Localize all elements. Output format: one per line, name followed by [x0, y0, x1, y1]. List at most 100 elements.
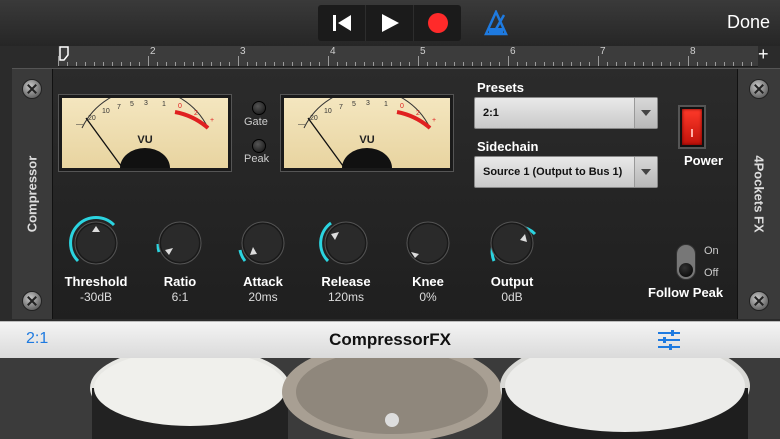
screw-icon — [749, 291, 769, 311]
ruler-tick — [508, 56, 509, 66]
threshold-knob[interactable]: Threshold -30dB — [61, 214, 131, 304]
knob-label: Ratio — [163, 274, 197, 289]
svg-text:+: + — [432, 117, 436, 124]
play-icon — [381, 14, 399, 32]
knob-icon — [319, 221, 368, 265]
svg-text:5: 5 — [130, 101, 134, 108]
ruler-tick — [634, 62, 635, 66]
sidechain-label: Sidechain — [477, 139, 539, 154]
ruler-tick — [265, 62, 266, 66]
compressor-plugin-panel: Compressor 4Pockets FX —20 10 753 10 2 + V… — [12, 68, 780, 319]
top-toolbar: Done — [0, 0, 780, 46]
ruler-tick — [571, 62, 572, 66]
ruler-tick — [202, 62, 203, 66]
ruler-number: 5 — [420, 46, 426, 57]
ruler-tick — [463, 62, 464, 66]
sidechain-value: Source 1 (Output to Bus 1) — [483, 166, 623, 178]
ruler-tick — [274, 62, 275, 66]
gate-label: Gate — [244, 116, 268, 128]
sidechain-dropdown[interactable]: Source 1 (Output to Bus 1) — [474, 156, 658, 188]
knee-knob[interactable]: Knee 0% — [393, 214, 463, 304]
ruler-tick — [616, 62, 617, 66]
record-icon — [427, 13, 448, 33]
release-knob[interactable]: Release 120ms — [311, 214, 381, 304]
ruler-tick — [724, 62, 725, 66]
ruler-tick — [553, 62, 554, 66]
ruler-tick — [733, 62, 734, 66]
ruler-tick — [301, 62, 302, 66]
attack-knob[interactable]: Attack 20ms — [228, 214, 298, 304]
screw-icon — [22, 79, 42, 99]
sliders-icon — [658, 330, 680, 350]
record-button[interactable] — [413, 5, 461, 41]
ruler-tick — [562, 62, 563, 66]
knob-label: Attack — [243, 274, 283, 289]
plugin-name-label: Compressor — [24, 155, 40, 233]
ruler-tick — [517, 62, 518, 66]
presets-dropdown[interactable]: 2:1 — [474, 97, 658, 129]
rewind-button[interactable] — [318, 5, 365, 41]
ruler-tick — [580, 62, 581, 66]
vendor-label: 4Pockets FX — [751, 155, 767, 233]
ruler-tick — [391, 62, 392, 66]
knob-value: 0dB — [501, 290, 523, 304]
ruler-tick — [148, 56, 149, 66]
svg-text:3: 3 — [366, 100, 370, 107]
ruler-tick — [409, 62, 410, 66]
ruler-tick — [481, 62, 482, 66]
ruler-number: 7 — [600, 46, 606, 57]
add-section-button[interactable]: + — [758, 44, 769, 65]
svg-text:3: 3 — [144, 100, 148, 107]
knob-icon — [69, 216, 118, 265]
power-rocker-icon — [682, 109, 702, 145]
knob-label: Knee — [412, 274, 444, 289]
svg-text:10: 10 — [102, 108, 110, 115]
ruler-tick — [751, 62, 752, 66]
power-switch[interactable] — [678, 105, 706, 149]
svg-text:20: 20 — [88, 115, 96, 122]
screw-icon — [22, 291, 42, 311]
playhead-marker[interactable] — [59, 46, 69, 64]
ruler-tick — [247, 62, 248, 66]
done-button[interactable]: Done — [727, 12, 770, 33]
ruler-tick — [589, 62, 590, 66]
output-knob[interactable]: Output 0dB — [477, 214, 547, 304]
plugin-settings-button[interactable] — [657, 330, 681, 355]
toggle-off-label: Off — [704, 267, 719, 279]
ruler-tick — [472, 62, 473, 66]
ruler-tick — [679, 62, 680, 66]
ruler-tick — [598, 56, 599, 66]
svg-text:1: 1 — [384, 101, 388, 108]
ruler-tick — [742, 62, 743, 66]
transport-controls — [318, 5, 461, 41]
follow-peak-toggle[interactable] — [676, 244, 696, 280]
ruler-tick — [436, 62, 437, 66]
ruler-tick — [607, 62, 608, 66]
ruler-number: 4 — [330, 46, 336, 57]
svg-text:5: 5 — [352, 101, 356, 108]
ruler-tick — [652, 62, 653, 66]
ruler-tick — [697, 62, 698, 66]
rewind-to-start-icon — [332, 15, 351, 31]
drum-kit-background — [0, 358, 780, 439]
presets-value: 2:1 — [483, 107, 499, 119]
timeline-ruler[interactable]: 2 3 4 5 6 7 8 — [58, 46, 758, 67]
play-button[interactable] — [365, 5, 413, 41]
ruler-tick — [103, 62, 104, 66]
ratio-knob[interactable]: Ratio 6:1 — [145, 214, 215, 304]
metronome-button[interactable] — [484, 8, 508, 41]
svg-text:2: 2 — [416, 110, 420, 117]
power-label: Power — [684, 153, 724, 168]
ruler-tick — [454, 62, 455, 66]
ruler-tick — [373, 62, 374, 66]
svg-text:20: 20 — [310, 115, 318, 122]
ruler-tick — [544, 62, 545, 66]
gate-led-icon — [252, 101, 266, 115]
peak-led-icon — [252, 139, 266, 153]
svg-text:10: 10 — [324, 108, 332, 115]
ruler-tick — [364, 62, 365, 66]
knob-label: Threshold — [64, 274, 128, 289]
knob-icon — [406, 221, 450, 265]
vu-label: VU — [359, 134, 375, 146]
ruler-tick — [337, 62, 338, 66]
